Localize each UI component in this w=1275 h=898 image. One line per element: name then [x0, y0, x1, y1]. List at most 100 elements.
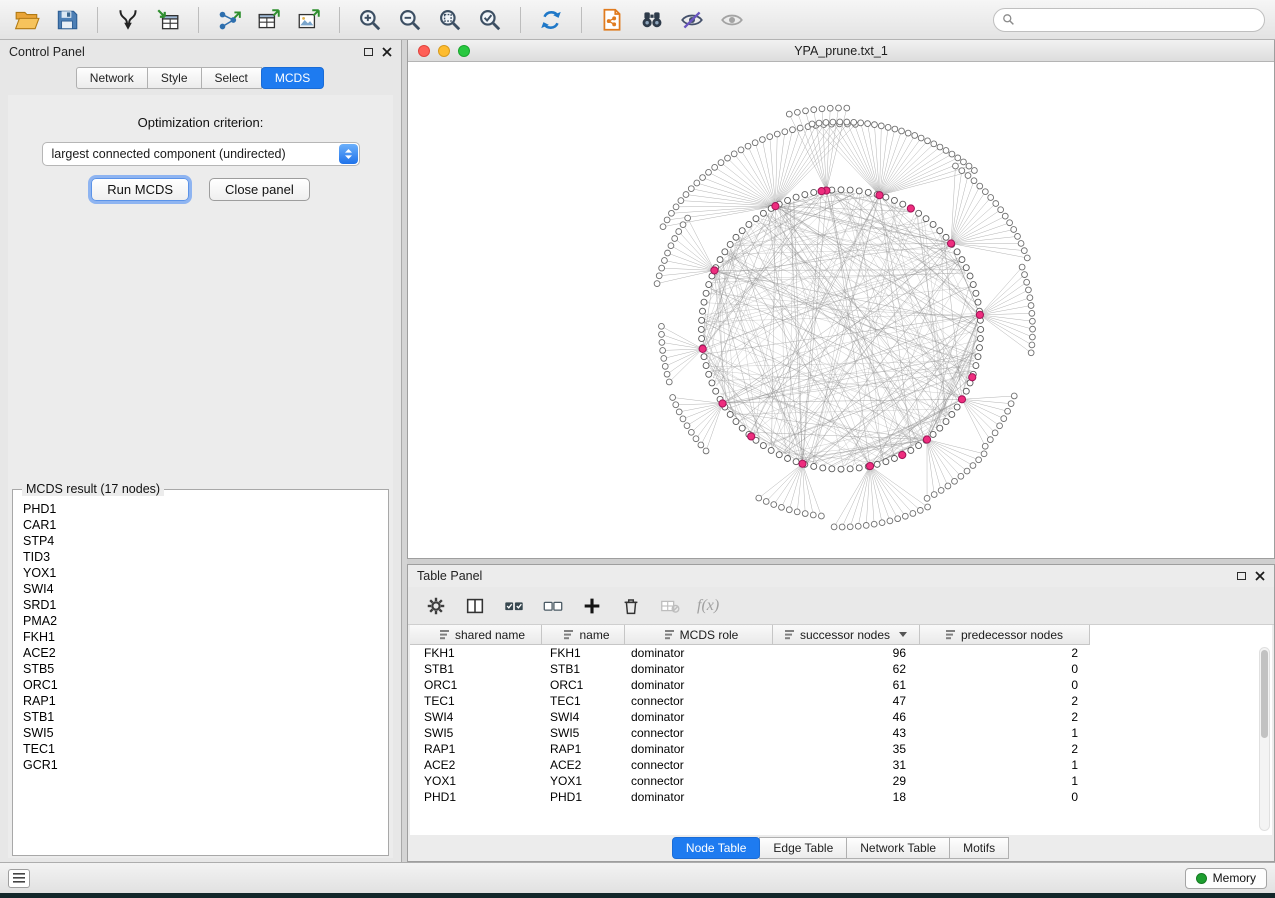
network-graph — [408, 62, 1274, 558]
column-header-mcds-role[interactable]: MCDS role — [625, 625, 773, 645]
tab-select[interactable]: Select — [201, 67, 262, 89]
run-mcds-button[interactable]: Run MCDS — [91, 178, 189, 201]
mcds-result-item[interactable]: PMA2 — [23, 613, 387, 629]
hide-selected-button[interactable] — [675, 4, 709, 36]
mcds-result-item[interactable]: STB1 — [23, 709, 387, 725]
close-panel-button-mcds[interactable]: Close panel — [209, 178, 310, 201]
export-image-button[interactable] — [292, 4, 326, 36]
export-network-button[interactable] — [212, 4, 246, 36]
float-table-panel-button[interactable] — [1237, 572, 1246, 580]
optimization-criterion-label: Optimization criterion: — [138, 115, 264, 130]
panels-menu-button[interactable] — [8, 869, 30, 888]
table-tabs: Node Table Edge Table Network Table Moti… — [408, 835, 1274, 861]
table-row[interactable]: SWI5SWI5connector431 — [410, 725, 1272, 741]
apply-layout-button[interactable] — [534, 4, 568, 36]
zoom-out-button[interactable] — [393, 4, 427, 36]
show-columns-button[interactable] — [463, 594, 487, 618]
close-table-panel-button[interactable] — [1255, 571, 1265, 581]
close-window-button[interactable] — [418, 45, 430, 57]
mcds-result-item[interactable]: ACE2 — [23, 645, 387, 661]
memory-status-icon — [1196, 873, 1207, 884]
table-cell: 46 — [773, 710, 920, 724]
mcds-result-item[interactable]: CAR1 — [23, 517, 387, 533]
tab-style[interactable]: Style — [147, 67, 202, 89]
import-network-button[interactable] — [111, 4, 145, 36]
mcds-result-item[interactable]: SWI4 — [23, 581, 387, 597]
memory-button[interactable]: Memory — [1185, 868, 1267, 889]
table-cell: connector — [625, 758, 773, 772]
function-builder-button[interactable]: f(x) — [697, 597, 719, 615]
deselect-all-button[interactable] — [541, 594, 565, 618]
add-column-button[interactable] — [580, 594, 604, 618]
mcds-result-item[interactable]: GCR1 — [23, 757, 387, 773]
tab-motifs[interactable]: Motifs — [949, 837, 1009, 859]
table-row[interactable]: STB1STB1dominator620 — [410, 661, 1272, 677]
main-toolbar — [0, 0, 1275, 40]
open-session-button[interactable] — [10, 4, 44, 36]
control-panel-header: Control Panel — [0, 40, 401, 64]
first-neighbors-button[interactable] — [635, 4, 669, 36]
table-settings-button[interactable] — [424, 594, 448, 618]
criterion-select[interactable]: largest connected component (undirected) — [42, 142, 360, 166]
table-row[interactable]: ACE2ACE2connector311 — [410, 757, 1272, 773]
mcds-result-item[interactable]: YOX1 — [23, 565, 387, 581]
tab-node-table[interactable]: Node Table — [672, 837, 761, 859]
select-all-button[interactable] — [502, 594, 526, 618]
table-cell: PHD1 — [542, 790, 625, 804]
mcds-result-item[interactable]: FKH1 — [23, 629, 387, 645]
tab-edge-table[interactable]: Edge Table — [759, 837, 847, 859]
table-cell: dominator — [625, 710, 773, 724]
mcds-result-item[interactable]: PHD1 — [23, 501, 387, 517]
save-session-button[interactable] — [50, 4, 84, 36]
close-panel-button[interactable] — [382, 47, 392, 57]
share-document-button[interactable] — [595, 4, 629, 36]
table-row[interactable]: PHD1PHD1dominator180 — [410, 789, 1272, 805]
table-scrollbar[interactable] — [1259, 647, 1270, 831]
zoom-fit-button[interactable] — [433, 4, 467, 36]
table-cell: SWI4 — [410, 710, 542, 724]
mcds-result-item[interactable]: ORC1 — [23, 677, 387, 693]
mcds-result-item[interactable]: STB5 — [23, 661, 387, 677]
table-cell: 29 — [773, 774, 920, 788]
table-row[interactable]: YOX1YOX1connector291 — [410, 773, 1272, 789]
table-cell: connector — [625, 726, 773, 740]
zoom-selected-button[interactable] — [473, 4, 507, 36]
mcds-result-title: MCDS result (17 nodes) — [22, 482, 164, 496]
table-row[interactable]: TEC1TEC1connector472 — [410, 693, 1272, 709]
table-cell: SWI5 — [410, 726, 542, 740]
mcds-result-item[interactable]: TEC1 — [23, 741, 387, 757]
export-table-button[interactable] — [252, 4, 286, 36]
column-type-icon — [665, 630, 675, 640]
scrollbar-thumb[interactable] — [1261, 650, 1268, 738]
mcds-result-item[interactable]: SRD1 — [23, 597, 387, 613]
clear-table-button[interactable] — [658, 594, 682, 618]
table-row[interactable]: SWI4SWI4dominator462 — [410, 709, 1272, 725]
table-row[interactable]: ORC1ORC1dominator610 — [410, 677, 1272, 693]
import-table-button[interactable] — [151, 4, 185, 36]
mcds-result-item[interactable]: SWI5 — [23, 725, 387, 741]
mcds-result-item[interactable]: STP4 — [23, 533, 387, 549]
toolbar-separator — [520, 7, 521, 33]
tab-network[interactable]: Network — [76, 67, 148, 89]
show-all-button[interactable] — [715, 4, 749, 36]
column-header-predecessor-nodes[interactable]: predecessor nodes — [920, 625, 1090, 645]
table-cell: 1 — [920, 758, 1090, 772]
column-header-shared-name[interactable]: shared name — [410, 625, 542, 645]
maximize-window-button[interactable] — [458, 45, 470, 57]
tab-network-table[interactable]: Network Table — [846, 837, 950, 859]
mcds-result-item[interactable]: RAP1 — [23, 693, 387, 709]
search-input[interactable] — [1020, 13, 1256, 27]
zoom-in-button[interactable] — [353, 4, 387, 36]
network-canvas[interactable] — [408, 62, 1274, 558]
search-box[interactable] — [993, 8, 1265, 32]
minimize-window-button[interactable] — [438, 45, 450, 57]
tab-mcds[interactable]: MCDS — [261, 67, 324, 89]
table-row[interactable]: FKH1FKH1dominator962 — [410, 645, 1272, 661]
table-row[interactable]: RAP1RAP1dominator352 — [410, 741, 1272, 757]
mcds-result-item[interactable]: TID3 — [23, 549, 387, 565]
column-header-name[interactable]: name — [542, 625, 625, 645]
float-panel-button[interactable] — [364, 48, 373, 56]
column-header-successor-nodes[interactable]: successor nodes — [773, 625, 920, 645]
delete-column-button[interactable] — [619, 594, 643, 618]
table-cell: 2 — [920, 710, 1090, 724]
